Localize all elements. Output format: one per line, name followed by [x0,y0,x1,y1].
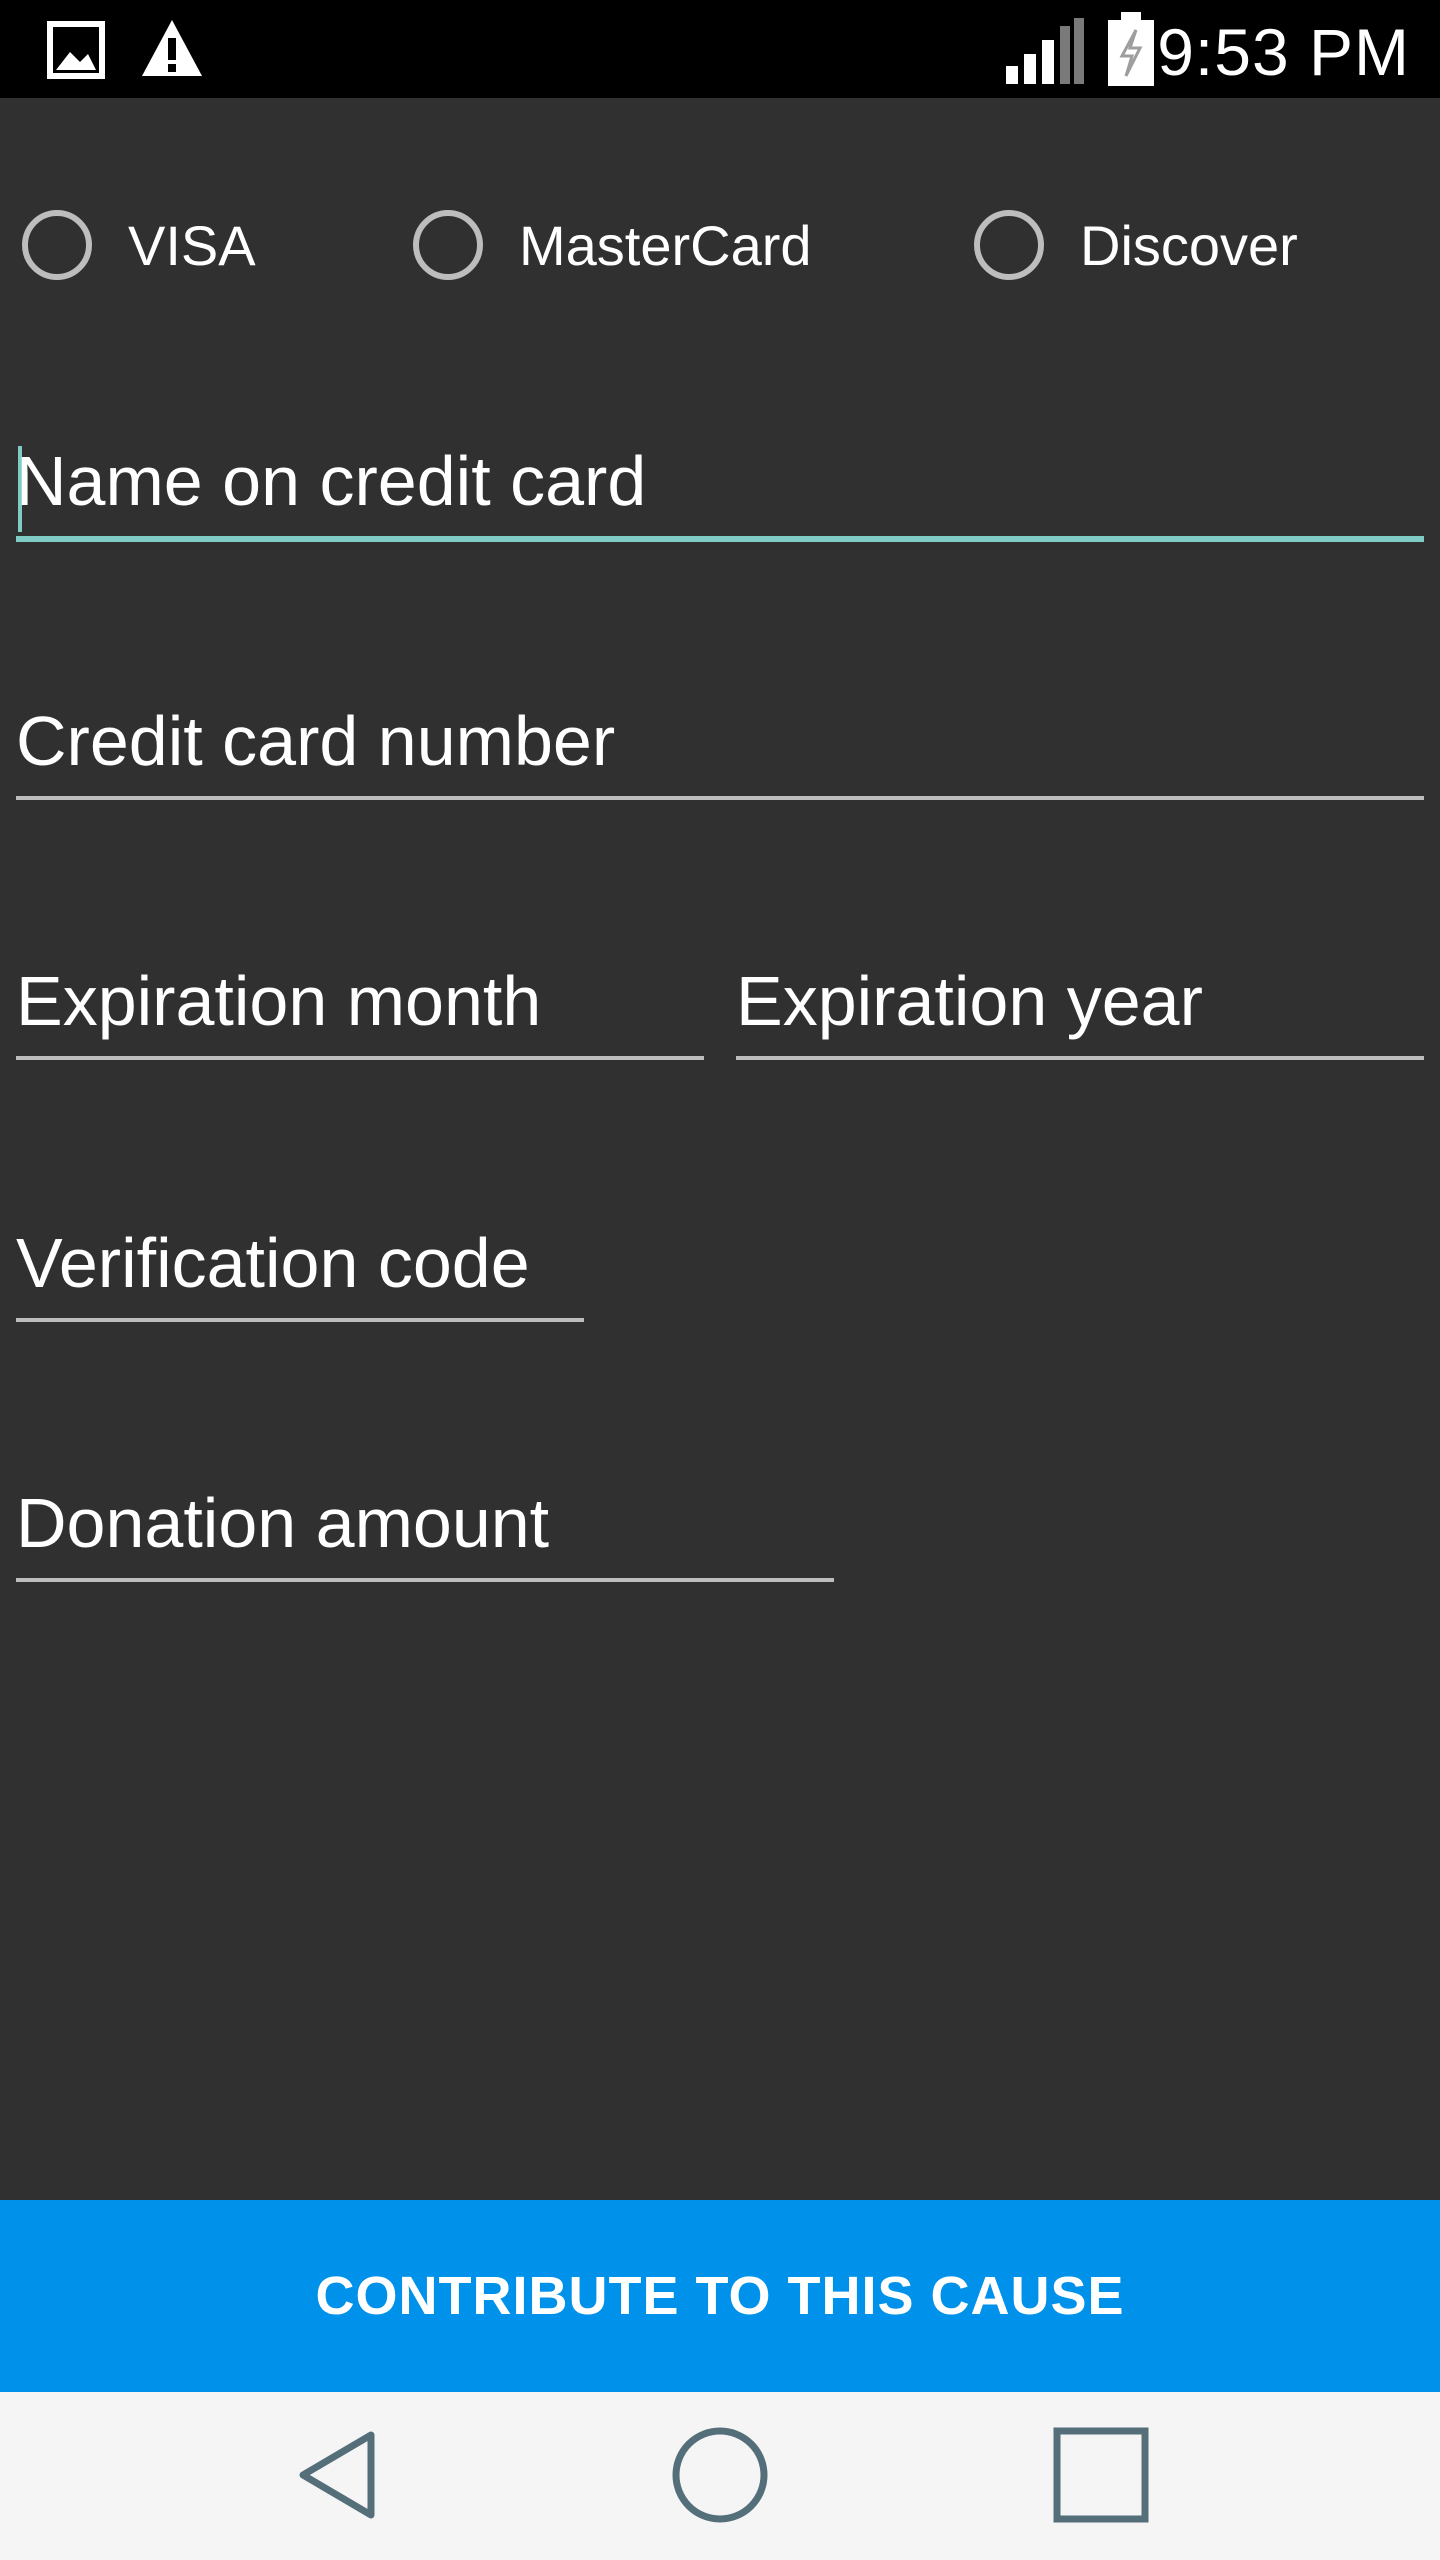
radio-button-mastercard[interactable] [413,210,483,280]
radio-button-visa[interactable] [22,210,92,280]
image-icon [46,20,106,85]
status-time: 9:53 PM [1157,15,1410,89]
radio-option-visa[interactable]: VISA [22,200,256,290]
expiration-year-input[interactable] [736,956,1424,1046]
home-button[interactable] [655,2412,785,2542]
radio-label-discover: Discover [1080,213,1298,277]
expiration-month-input[interactable] [16,956,704,1046]
radio-label-mastercard: MasterCard [519,213,812,277]
contribute-button[interactable]: CONTRIBUTE TO THIS CAUSE [0,2200,1440,2392]
expiration-month-field[interactable] [16,950,704,1060]
battery-charging-icon [1106,10,1156,93]
back-button[interactable] [274,2412,404,2542]
expiration-year-field[interactable] [736,950,1424,1060]
radio-label-visa: VISA [128,213,256,277]
contribute-button-label: CONTRIBUTE TO THIS CAUSE [315,2266,1125,2326]
name-on-card-field[interactable] [16,432,1424,542]
name-on-card-input[interactable] [16,436,1424,526]
radio-option-discover[interactable]: Discover [974,200,1298,290]
home-icon [670,2425,770,2530]
signal-icon [1004,16,1086,91]
radio-button-discover[interactable] [974,210,1044,280]
warning-icon [140,18,204,83]
card-number-input[interactable] [16,696,1424,786]
donation-amount-field[interactable] [16,1472,834,1582]
status-bar: 9:53 PM [0,0,1440,98]
recents-button[interactable] [1036,2412,1166,2542]
card-number-field[interactable] [16,690,1424,800]
verification-code-input[interactable] [16,1218,584,1308]
radio-option-mastercard[interactable]: MasterCard [413,200,812,290]
back-icon [289,2425,389,2530]
verification-code-field[interactable] [16,1212,584,1322]
navigation-bar [0,2392,1440,2560]
donation-amount-input[interactable] [16,1478,834,1568]
recents-icon [1051,2425,1151,2530]
